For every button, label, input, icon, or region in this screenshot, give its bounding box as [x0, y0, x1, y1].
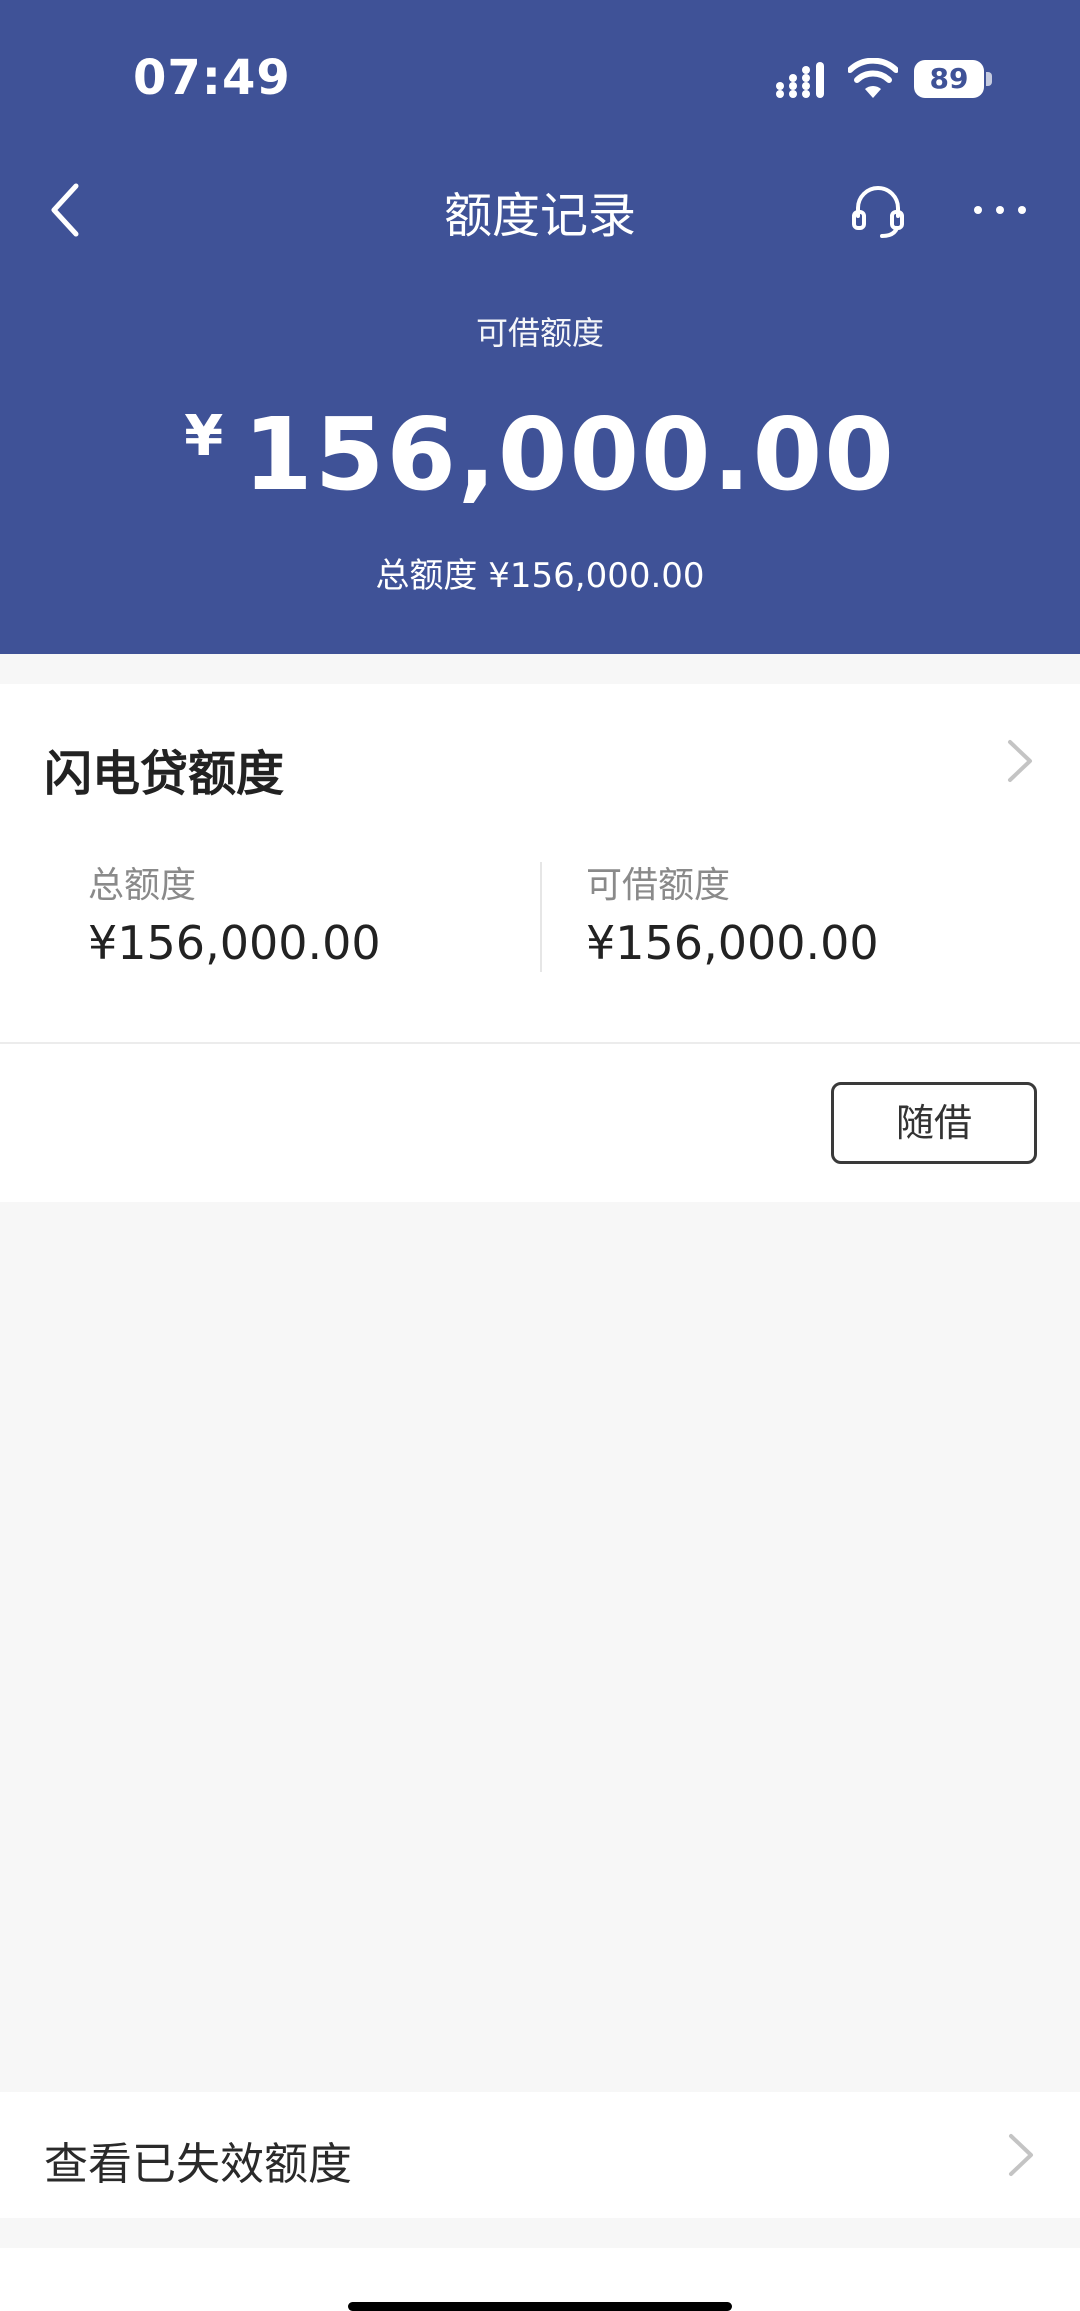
- wifi-icon: [848, 58, 898, 98]
- total-column-label: 总额度: [88, 865, 197, 906]
- available-column: 可借额度 ¥156,000.00: [586, 856, 879, 970]
- available-column-value: ¥156,000.00: [586, 916, 879, 970]
- expired-quota-row[interactable]: 查看已失效额度: [0, 2092, 1080, 2218]
- currency-symbol: ¥: [184, 404, 226, 469]
- battery-tip: [986, 72, 992, 86]
- status-time: 07:49: [133, 50, 291, 106]
- action-row: 随借: [0, 1044, 1080, 1202]
- more-icon[interactable]: [970, 190, 1030, 230]
- available-amount: ¥156,000.00: [0, 382, 1080, 510]
- credit-card[interactable]: 闪电贷额度 总额度 ¥156,000.00 可借额度 ¥156,000.00: [0, 684, 1080, 1042]
- battery-level: 89: [914, 60, 984, 98]
- total-column: 总额度 ¥156,000.00: [88, 856, 381, 970]
- signal-icon: [776, 62, 824, 98]
- expired-quota-label: 查看已失效额度: [44, 2139, 352, 2190]
- home-indicator: [348, 2302, 732, 2311]
- borrow-button[interactable]: 随借: [831, 1082, 1037, 1164]
- card-title: 闪电贷额度: [44, 746, 285, 802]
- headset-icon[interactable]: [850, 182, 906, 238]
- available-column-label: 可借额度: [586, 865, 731, 906]
- total-line: 总额度 ¥156,000.00: [0, 548, 1080, 597]
- available-label: 可借额度: [475, 314, 604, 352]
- page-title: 额度记录: [443, 188, 636, 244]
- total-label: 总额度: [375, 556, 478, 596]
- column-divider: [540, 862, 542, 972]
- total-value: ¥156,000.00: [488, 556, 705, 596]
- chevron-right-icon[interactable]: [1002, 736, 1038, 786]
- header: 07:49 89 额度记录 可借额度 ¥156,000.00 总额度 ¥156,…: [0, 0, 1080, 654]
- battery-icon: 89: [914, 60, 992, 98]
- chevron-right-icon[interactable]: [1004, 2130, 1038, 2180]
- available-amount-value: 156,000.00: [243, 396, 896, 513]
- total-column-value: ¥156,000.00: [88, 916, 381, 970]
